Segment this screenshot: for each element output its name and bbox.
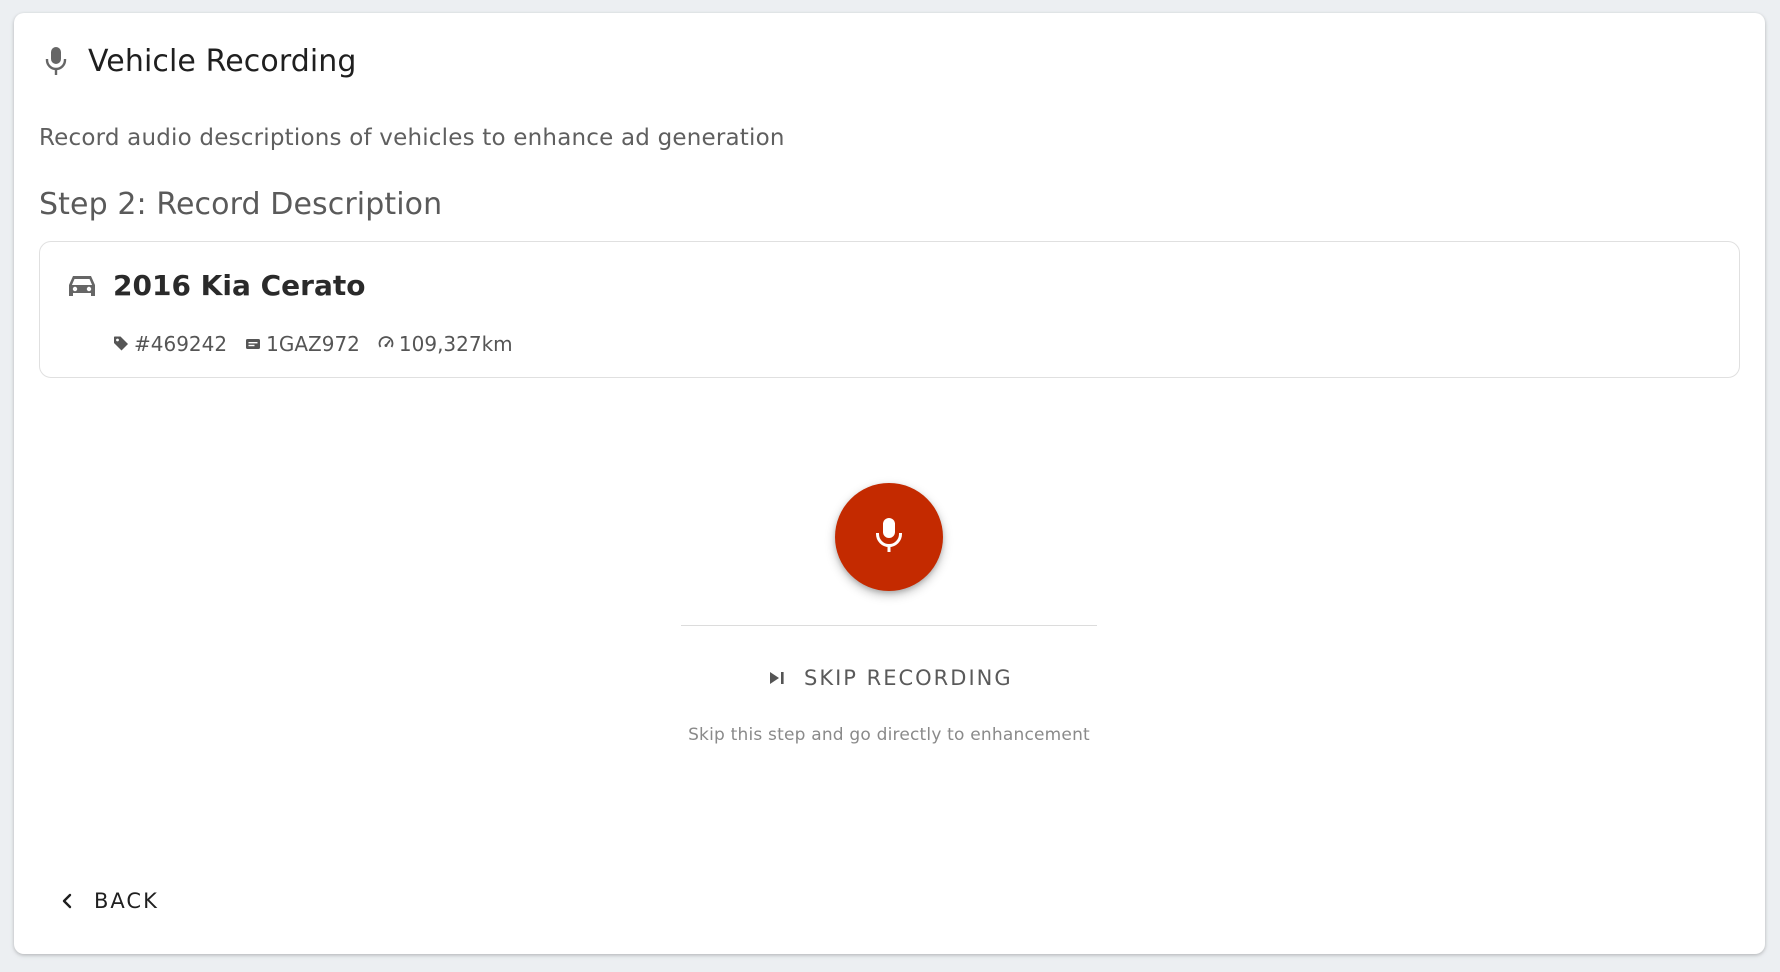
- skip-help-text: Skip this step and go directly to enhanc…: [688, 725, 1090, 745]
- page-title: Vehicle Recording: [88, 43, 357, 79]
- card-header: Vehicle Recording: [42, 43, 357, 79]
- page-subtitle: Record audio descriptions of vehicles to…: [39, 125, 785, 151]
- back-button[interactable]: BACK: [58, 885, 159, 917]
- car-icon: [67, 272, 97, 300]
- back-label: BACK: [94, 889, 159, 913]
- speedometer-icon: [378, 332, 399, 356]
- vehicle-meta: #469242 1GAZ972 109,327km: [113, 332, 531, 356]
- skip-recording-label: SKIP RECORDING: [804, 666, 1013, 690]
- odometer: 109,327km: [378, 332, 513, 356]
- plate-number: 1GAZ972: [245, 332, 360, 356]
- recording-card: Vehicle Recording Record audio descripti…: [14, 13, 1765, 954]
- chevron-left-icon: [58, 891, 76, 911]
- divider: [681, 625, 1097, 626]
- odometer-text: 109,327km: [398, 332, 513, 356]
- microphone-icon: [874, 516, 904, 558]
- stock-number: #469242: [113, 332, 227, 356]
- tag-icon: [113, 332, 134, 356]
- skip-recording-button[interactable]: SKIP RECORDING: [766, 663, 1013, 693]
- plate-number-text: 1GAZ972: [266, 332, 360, 356]
- record-button[interactable]: [835, 483, 943, 591]
- vehicle-card: 2016 Kia Cerato #469242 1GAZ972 109,327k…: [39, 241, 1740, 378]
- stock-number-text: #469242: [134, 332, 228, 356]
- microphone-icon: [42, 45, 70, 77]
- skip-next-icon: [766, 667, 788, 689]
- plate-icon: [245, 332, 266, 356]
- step-title: Step 2: Record Description: [39, 187, 443, 222]
- vehicle-name: 2016 Kia Cerato: [113, 269, 366, 302]
